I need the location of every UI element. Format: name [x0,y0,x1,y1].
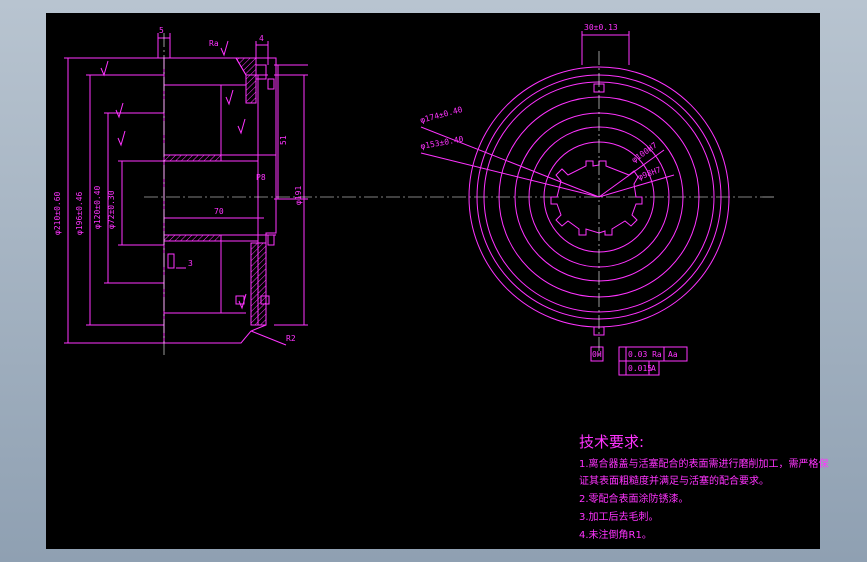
label-r2: R2 [286,334,296,343]
label-191: φ191 [294,186,303,205]
label-d120: φ120±0.40 [93,185,102,229]
marker-1 [267,78,275,90]
label-roughness: Ra [209,39,219,48]
marker-5 [167,253,175,269]
leader-r2 [250,330,287,346]
leader-98 [598,174,675,198]
label-3: 3 [188,259,193,268]
label-tol1-ref: Aa [668,350,678,359]
front-view [420,31,730,376]
label-c174: φ174±0.40 [419,105,463,125]
roughness-symbol-2 [220,40,229,57]
hatch-bore-bottom [163,234,222,242]
hatch-top [235,57,257,104]
label-d210: φ210±0.60 [53,191,62,235]
roughness-symbol-5 [225,89,234,106]
label-d72: φ72±0.30 [107,190,116,229]
label-width: 30±0.13 [584,23,618,32]
roughness-symbol-3 [115,102,124,119]
hatch-bore-top [163,154,222,162]
label-4: 4 [259,34,264,43]
tech-requirements-title: 技术要求: [579,433,645,451]
spline-bore [550,160,643,236]
roughness-symbol-6 [237,118,246,135]
marker-2 [267,234,275,246]
tech-requirement-1: 1.离合器盖与活塞配合的表面需进行磨削加工，需严格保 [579,459,829,470]
tech-requirement-3: 3.加工后去毛刺。 [579,512,659,523]
label-tol2-ref: A [651,364,656,373]
roughness-symbol-4 [117,130,126,147]
label-c153: φ153±0.40 [420,135,464,151]
tech-requirement-4: 4.未注倒角R1。 [579,530,652,541]
leader-153 [420,152,600,198]
label-tol1: 0.03 Ra [628,350,662,359]
hatch-bottom [250,242,267,326]
label-70: 70 [214,207,224,216]
label-datum: 0H [592,350,602,359]
tech-requirement-2: 2.零配合表面涂防锈漆。 [579,494,689,505]
roughness-symbol-1 [100,60,109,77]
label-51: 51 [279,135,288,145]
label-5: 5 [159,26,164,35]
label-tol2: 0.015 [628,364,652,373]
drawing-viewport: φ210±0.60 φ196±0.46 φ120±0.40 φ72±0.30 5… [46,13,829,549]
label-d196: φ196±0.46 [75,191,84,235]
label-p8: P8 [256,173,266,182]
tech-requirement-1b: 证其表面粗糙度并满足与活塞的配合要求。 [579,476,769,487]
